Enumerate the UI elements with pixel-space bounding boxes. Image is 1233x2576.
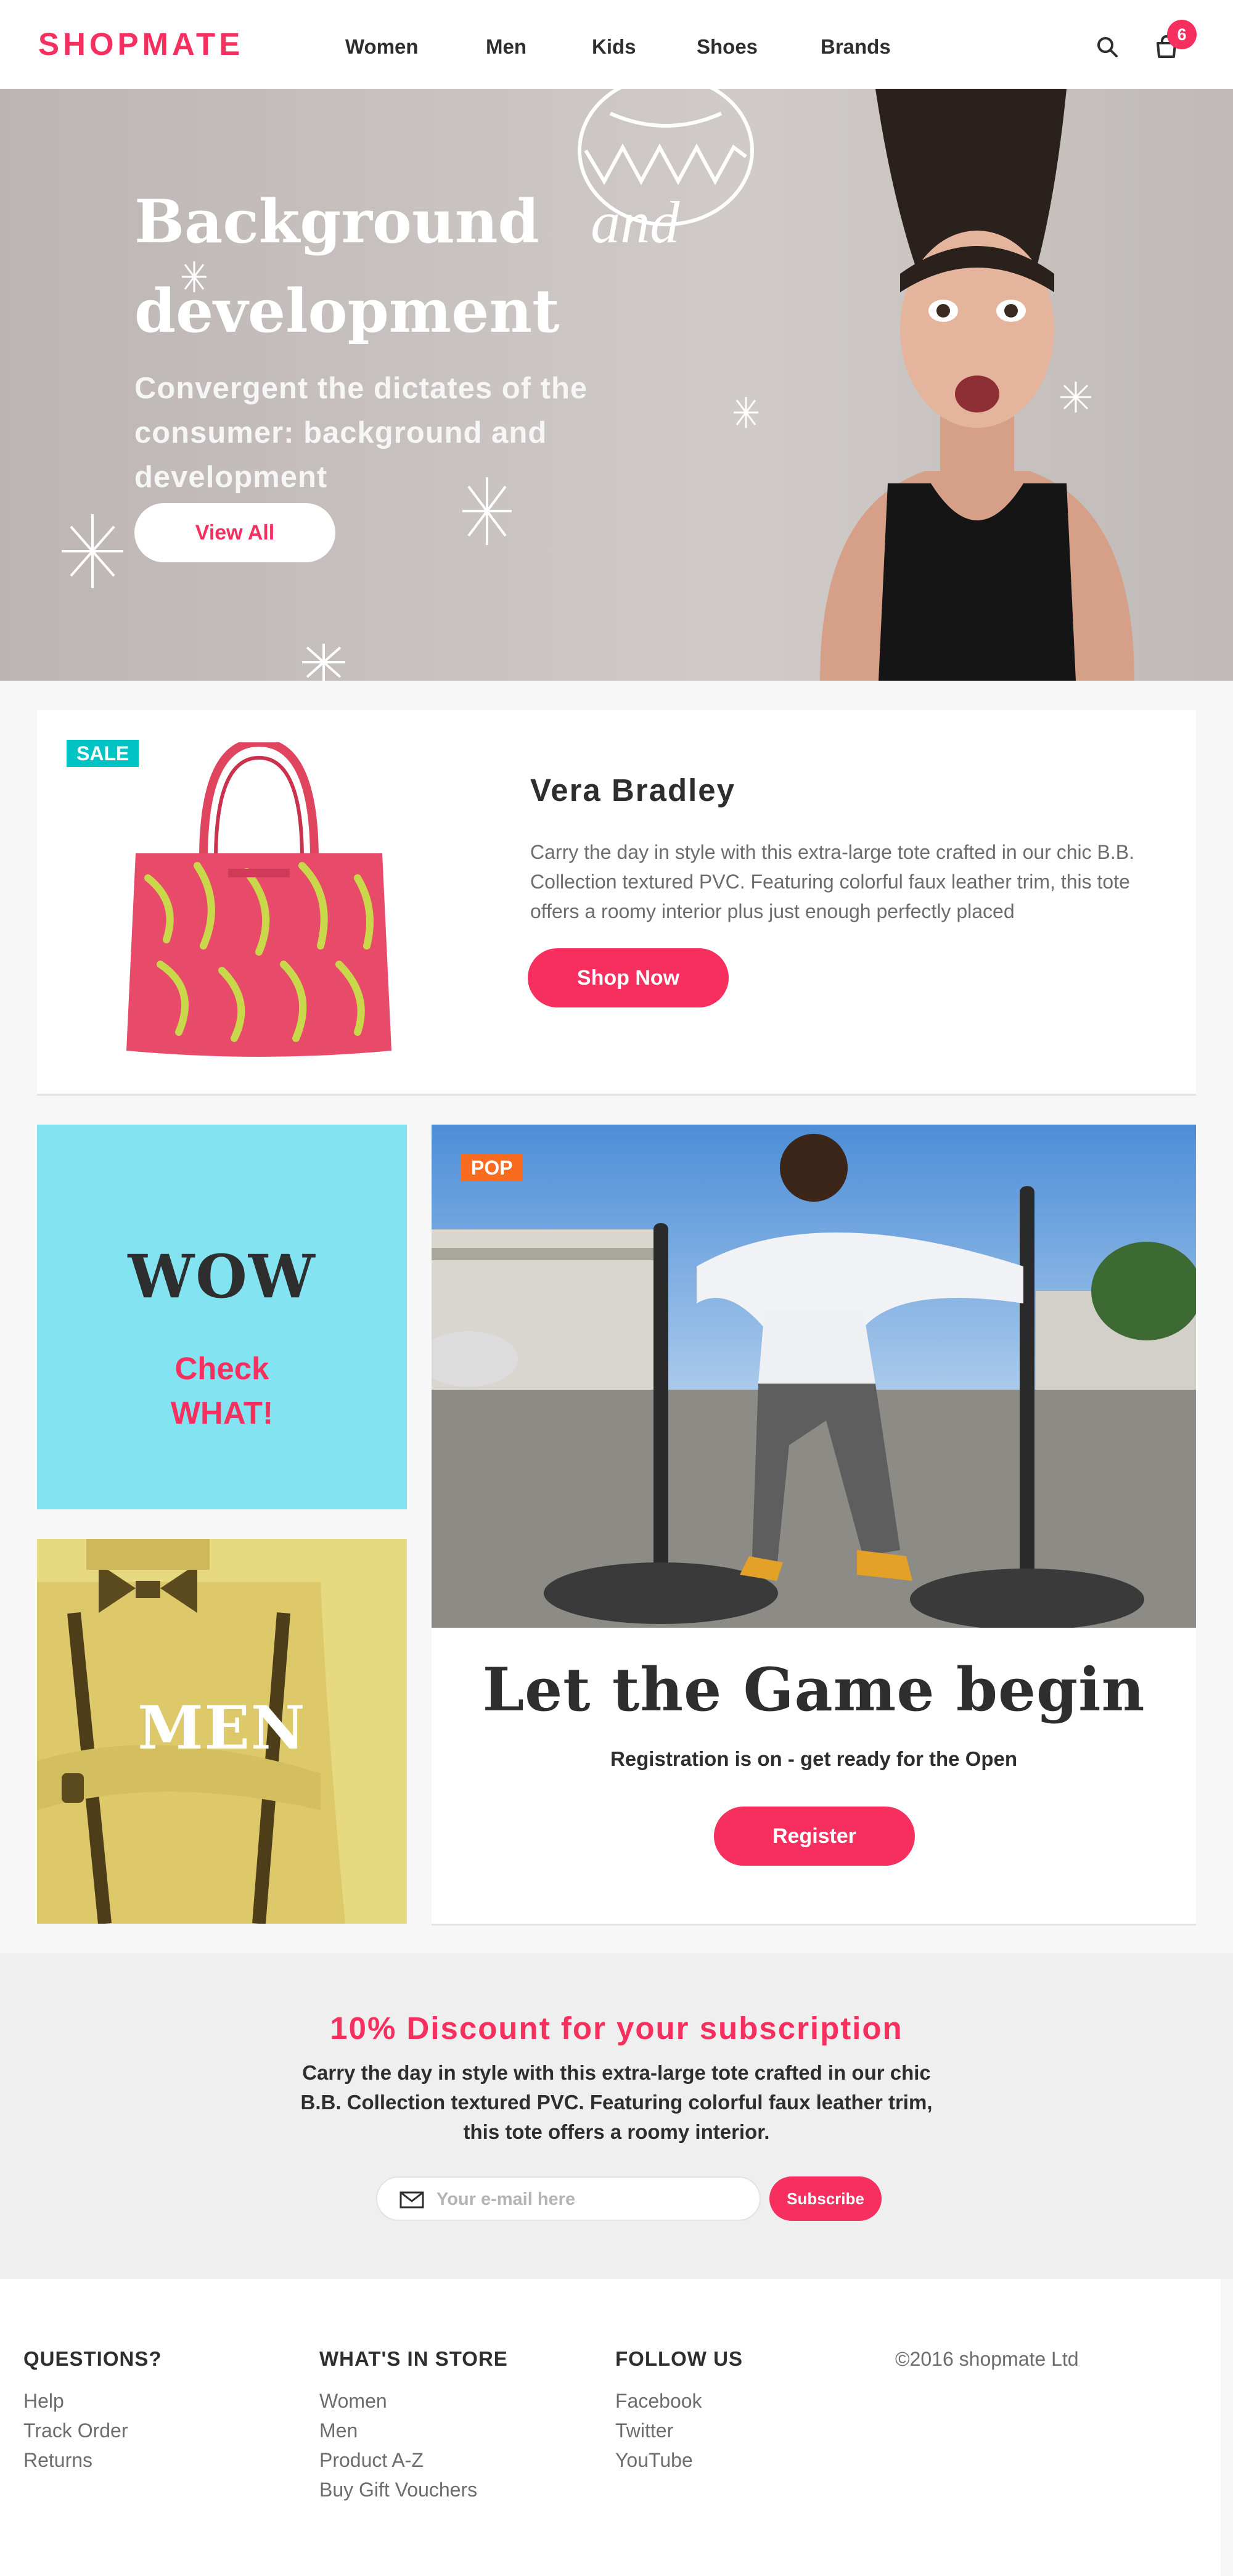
hero-title-line2: development (134, 276, 560, 346)
men-category-tile[interactable]: MEN (37, 1539, 407, 1924)
nav-kids[interactable]: Kids (592, 33, 697, 60)
register-button[interactable]: Register (714, 1807, 915, 1866)
sparkle-icon (62, 514, 123, 588)
game-title: Let the Game begin (482, 1655, 1145, 1725)
footer-link-help[interactable]: Help (23, 2386, 162, 2416)
footer-store-heading: WHAT'S IN STORE (319, 2347, 508, 2370)
footer-questions-heading: QUESTIONS? (23, 2347, 162, 2370)
wow-subtitle-line1: Check (174, 1351, 269, 1386)
logo[interactable]: SHOPMATE (38, 27, 244, 62)
game-card: POP Let the Game begin Registration is o… (432, 1125, 1196, 1924)
nav-women[interactable]: Women (345, 33, 486, 60)
footer-link-youtube[interactable]: YouTube (615, 2445, 743, 2475)
nav-men[interactable]: Men (486, 33, 592, 60)
hero-model-image (820, 89, 1134, 681)
footer-store-column: WHAT'S IN STORE Women Men Product A-Z Bu… (319, 2345, 508, 2504)
view-all-button[interactable]: View All (134, 503, 335, 562)
subscribe-description: Carry the day in style with this extra-l… (300, 2061, 933, 2143)
athlete-image (432, 1125, 1196, 1628)
search-icon[interactable] (1095, 35, 1120, 59)
footer-link-gift-vouchers[interactable]: Buy Gift Vouchers (319, 2475, 508, 2504)
product-description: Carry the day in style with this extra-l… (530, 841, 1134, 922)
game-subtitle: Registration is on - get ready for the O… (610, 1747, 1018, 1770)
subscribe-button[interactable]: Subscribe (769, 2176, 882, 2221)
footer-link-product-a-z[interactable]: Product A-Z (319, 2445, 508, 2475)
footer-follow-heading: FOLLOW US (615, 2347, 743, 2370)
subscribe-title: 10% Discount for your subscription (330, 2011, 903, 2046)
wow-promo-tile[interactable]: WOW Check WHAT! (37, 1125, 407, 1509)
site-footer: QUESTIONS? Help Track Order Returns WHAT… (0, 2279, 1221, 2576)
email-input[interactable] (436, 2186, 745, 2212)
nav-brands[interactable]: Brands (821, 33, 913, 60)
subscribe-section: 10% Discount for your subscription Carry… (0, 1953, 1233, 2279)
hero-banner: Background and development Convergent th… (0, 89, 1233, 681)
footer-link-twitter[interactable]: Twitter (615, 2416, 743, 2445)
pop-badge: POP (461, 1154, 523, 1181)
footer-follow-column: FOLLOW US Facebook Twitter YouTube (615, 2345, 743, 2475)
footer-link-men[interactable]: Men (319, 2416, 508, 2445)
wow-subtitle: Check WHAT! (37, 1347, 407, 1435)
wow-title: WOW (128, 1242, 316, 1311)
tote-bag-image[interactable] (123, 742, 395, 1063)
footer-link-track-order[interactable]: Track Order (23, 2416, 162, 2445)
email-field-wrapper[interactable] (376, 2176, 761, 2221)
product-title[interactable]: Vera Bradley (530, 772, 735, 808)
hero-title: Background and development (134, 178, 689, 356)
cart-count-badge[interactable]: 6 (1167, 20, 1197, 49)
wow-subtitle-line2: WHAT! (170, 1395, 274, 1430)
main-nav: Women Men Kids Shoes Brands (345, 33, 913, 60)
footer-link-facebook[interactable]: Facebook (615, 2386, 743, 2416)
footer-link-returns[interactable]: Returns (23, 2445, 162, 2475)
site-header: SHOPMATE Women Men Kids Shoes Brands 6 (0, 0, 1233, 89)
footer-link-women[interactable]: Women (319, 2386, 508, 2416)
shop-now-button[interactable]: Shop Now (528, 948, 729, 1007)
product-card: SALE Vera Bradley Carry the day in style… (37, 710, 1196, 1094)
game-photo[interactable]: POP (432, 1125, 1196, 1628)
mail-icon (399, 2191, 424, 2209)
men-title: MEN (137, 1693, 306, 1763)
sparkle-icon (302, 644, 345, 681)
footer-questions-column: QUESTIONS? Help Track Order Returns (23, 2345, 162, 2475)
hero-subtitle: Convergent the dictates of the consumer:… (134, 372, 588, 494)
hero-title-line1: Background (134, 187, 539, 256)
copyright: ©2016 shopmate Ltd (895, 2348, 1079, 2370)
hero-title-italic: and (591, 189, 680, 255)
nav-shoes[interactable]: Shoes (697, 33, 821, 60)
